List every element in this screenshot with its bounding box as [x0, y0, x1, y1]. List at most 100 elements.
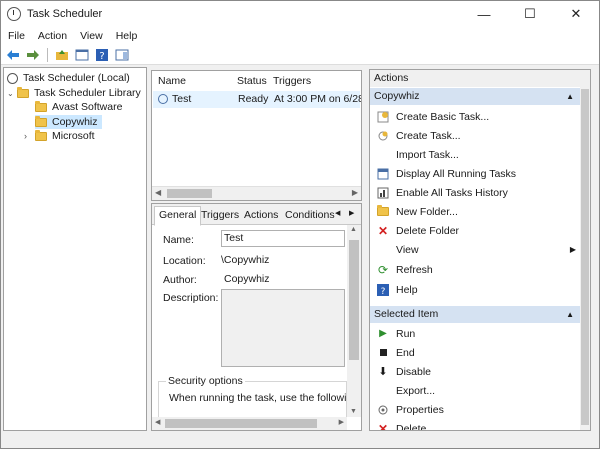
- section-header-copywhiz[interactable]: Copywhiz ▲: [370, 88, 580, 105]
- tree-item-library[interactable]: ⌄ Task Scheduler Library: [7, 86, 141, 100]
- collapse-icon[interactable]: ▲: [566, 306, 574, 323]
- clock-icon: [7, 7, 21, 21]
- tab-scroll-left-icon[interactable]: ◀: [335, 209, 340, 217]
- task-detail-pane: General Triggers Actions Conditions ◀ ▶ …: [151, 203, 362, 431]
- action-delete-folder[interactable]: ✕ Delete Folder: [370, 221, 580, 240]
- action-create-basic-task[interactable]: Create Basic Task...: [370, 107, 580, 126]
- column-header-name[interactable]: Name: [158, 71, 186, 91]
- action-label: Run: [396, 327, 416, 340]
- action-create-task[interactable]: Create Task...: [370, 126, 580, 145]
- folder-icon: [35, 100, 47, 112]
- location-value: \Copywhiz: [221, 254, 270, 266]
- help-icon[interactable]: ?: [94, 47, 110, 63]
- tab-general[interactable]: General: [154, 206, 202, 226]
- action-pane-icon[interactable]: [114, 47, 130, 63]
- disable-icon: ⬇: [378, 366, 388, 378]
- back-arrow-icon[interactable]: [5, 47, 21, 63]
- scroll-right-icon[interactable]: ▶: [339, 418, 344, 426]
- action-label: Delete: [396, 422, 427, 431]
- import-icon: [376, 148, 390, 162]
- action-label: Disable: [396, 365, 432, 378]
- chevron-down-icon[interactable]: ⌄: [7, 89, 17, 98]
- action-end[interactable]: End: [370, 343, 580, 362]
- scroll-right-icon[interactable]: ▶: [352, 188, 358, 197]
- action-label: New Folder...: [396, 205, 458, 218]
- task-status: Ready: [238, 93, 269, 105]
- action-delete[interactable]: ✕ Delete: [370, 419, 580, 431]
- detail-vertical-scrollbar[interactable]: ▲ ▼: [347, 225, 361, 417]
- action-export[interactable]: Export...: [370, 381, 580, 400]
- chevron-right-icon[interactable]: ›: [24, 131, 35, 141]
- show-hide-console-icon[interactable]: [74, 47, 90, 63]
- minimize-button[interactable]: —: [461, 1, 507, 27]
- action-label: Export...: [396, 384, 436, 397]
- scroll-left-icon[interactable]: ◀: [155, 418, 160, 426]
- location-label: Location:: [163, 255, 206, 267]
- action-refresh[interactable]: ⟳ Refresh: [370, 260, 580, 279]
- folder-icon: [35, 129, 47, 141]
- author-value: Copywhiz: [224, 273, 270, 285]
- action-disable[interactable]: ⬇ Disable: [370, 362, 580, 381]
- action-enable-history[interactable]: Enable All Tasks History: [370, 183, 580, 202]
- status-bar: [1, 432, 599, 448]
- tree-item-copywhiz[interactable]: Copywhiz: [35, 115, 102, 129]
- tree-item-label: Avast Software: [52, 101, 123, 113]
- action-label: End: [396, 346, 415, 359]
- tab-triggers[interactable]: Triggers: [197, 207, 243, 225]
- forward-arrow-icon[interactable]: [25, 47, 41, 63]
- action-properties[interactable]: Properties: [370, 400, 580, 419]
- scrollbar-thumb[interactable]: [165, 419, 317, 428]
- menu-view[interactable]: View: [73, 30, 109, 42]
- action-label: Enable All Tasks History: [396, 186, 508, 199]
- tree-item-avast[interactable]: Avast Software: [35, 100, 122, 114]
- horizontal-scrollbar[interactable]: ◀ ▶: [152, 186, 361, 200]
- history-icon: [376, 186, 390, 200]
- column-header-triggers[interactable]: Triggers: [273, 71, 311, 91]
- action-new-folder[interactable]: New Folder...: [370, 202, 580, 221]
- scroll-up-icon[interactable]: ▲: [350, 226, 357, 233]
- detail-tabs: General Triggers Actions Conditions ◀ ▶: [152, 204, 361, 226]
- action-label: Delete Folder: [396, 224, 460, 237]
- author-label: Author:: [163, 274, 197, 286]
- description-label: Description:: [163, 292, 219, 304]
- scroll-down-icon[interactable]: ▼: [350, 408, 357, 415]
- table-row[interactable]: Test Ready At 3:00 PM on 6/28/20: [153, 91, 361, 108]
- tree-item-root[interactable]: Task Scheduler (Local): [7, 71, 130, 85]
- action-import-task[interactable]: Import Task...: [370, 145, 580, 164]
- menu-action[interactable]: Action: [31, 30, 73, 42]
- scrollbar-thumb[interactable]: [349, 240, 359, 360]
- name-field[interactable]: Test: [221, 230, 345, 247]
- close-button[interactable]: ✕: [553, 1, 599, 27]
- action-run[interactable]: ▶ Run: [370, 324, 580, 343]
- menu-help[interactable]: Help: [109, 30, 144, 42]
- create-basic-task-icon: [376, 110, 390, 124]
- action-help[interactable]: ? Help: [370, 280, 580, 299]
- tab-actions[interactable]: Actions: [240, 207, 282, 225]
- svg-text:?: ?: [381, 287, 386, 296]
- tree-item-microsoft[interactable]: › Microsoft: [24, 129, 95, 143]
- scrollbar-thumb[interactable]: [167, 189, 212, 198]
- navigation-tree: Task Scheduler (Local) ⌄ Task Scheduler …: [3, 67, 147, 431]
- actions-title: Actions: [370, 70, 590, 87]
- action-display-running[interactable]: Display All Running Tasks: [370, 164, 580, 183]
- tab-scroll-right-icon[interactable]: ▶: [349, 209, 354, 217]
- menu-file[interactable]: File: [1, 30, 31, 42]
- action-view[interactable]: View ▶: [370, 240, 580, 259]
- section-header-selected-item[interactable]: Selected Item ▲: [370, 306, 580, 323]
- column-header-status[interactable]: Status: [237, 71, 267, 91]
- description-field[interactable]: [221, 289, 345, 367]
- task-name: Test: [172, 93, 192, 105]
- maximize-button[interactable]: ☐: [507, 1, 553, 27]
- section-label: Copywhiz: [374, 90, 420, 102]
- name-label: Name:: [163, 234, 194, 246]
- collapse-icon[interactable]: ▲: [566, 88, 574, 105]
- scroll-left-icon[interactable]: ◀: [155, 188, 161, 197]
- security-options-text: When running the task, use the following: [169, 392, 359, 404]
- scrollbar-thumb[interactable]: [581, 89, 589, 425]
- svg-text:?: ?: [99, 51, 104, 62]
- tab-conditions[interactable]: Conditions: [281, 207, 339, 225]
- tree-item-label: Microsoft: [52, 130, 95, 142]
- up-folder-icon[interactable]: [54, 47, 70, 63]
- actions-scrollbar[interactable]: [580, 87, 590, 430]
- detail-horizontal-scrollbar[interactable]: ◀ ▶: [152, 417, 347, 430]
